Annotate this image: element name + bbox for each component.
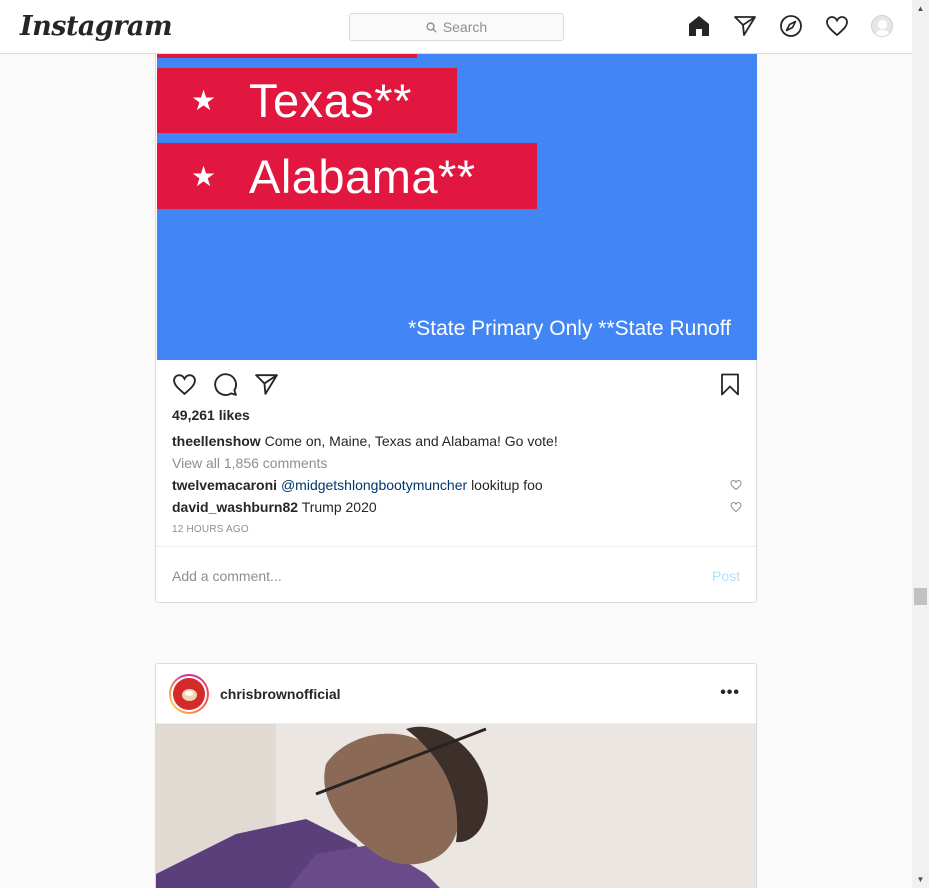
- post-username[interactable]: chrisbrownofficial: [220, 686, 341, 702]
- comment-username[interactable]: twelvemacaroni: [172, 477, 277, 493]
- caption-username[interactable]: theellenshow: [172, 433, 261, 449]
- add-comment-bar: Add a comment... Post: [156, 546, 756, 603]
- comment-text: lookitup foo: [471, 477, 543, 493]
- search-input[interactable]: Search: [349, 13, 564, 41]
- top-nav: Instagram Search: [0, 0, 912, 54]
- story-avatar[interactable]: [169, 674, 209, 714]
- comment-like-icon[interactable]: [730, 479, 742, 491]
- comment-text: Trump 2020: [301, 499, 377, 515]
- caption-text: Come on, Maine, Texas and Alabama! Go vo…: [264, 433, 558, 449]
- direct-icon[interactable]: [733, 14, 757, 38]
- scrollbar-thumb[interactable]: [914, 588, 927, 605]
- instagram-logo[interactable]: Instagram: [20, 11, 173, 42]
- scroll-down-arrow-icon[interactable]: ▼: [912, 871, 929, 888]
- explore-icon[interactable]: [779, 14, 803, 38]
- bookmark-icon[interactable]: [718, 372, 742, 397]
- state-label: Alabama**: [249, 149, 476, 203]
- star-icon: ★: [191, 160, 217, 192]
- comment-like-icon[interactable]: [730, 501, 742, 513]
- image-footnote: *State Primary Only **State Runoff: [408, 317, 731, 340]
- page-scrollbar[interactable]: ▲ ▼: [912, 0, 929, 888]
- post-image[interactable]: [156, 724, 756, 888]
- like-heart-icon[interactable]: [172, 372, 197, 397]
- flag-stripe-texas: ★ Texas**: [157, 68, 457, 133]
- search-placeholder: Search: [442, 19, 488, 35]
- scroll-up-arrow-icon[interactable]: ▲: [912, 0, 929, 17]
- likes-count[interactable]: 49,261 likes: [172, 407, 250, 423]
- comment-row: twelvemacaroni @midgetshlongbootymuncher…: [172, 477, 742, 493]
- comment-username[interactable]: david_washburn82: [172, 499, 298, 515]
- post-timestamp[interactable]: 12 HOURS AGO: [172, 524, 249, 535]
- avatar-image: [173, 678, 205, 710]
- flag-stripe-alabama: ★ Alabama**: [157, 143, 537, 209]
- comment-icon[interactable]: [213, 372, 238, 397]
- post-header: chrisbrownofficial •••: [156, 664, 756, 724]
- photo-illustration: [156, 724, 756, 888]
- feed-post: ★ Texas** ★ Alabama** *State Primary Onl…: [155, 54, 757, 603]
- post-caption: theellenshow Come on, Maine, Texas and A…: [172, 433, 558, 449]
- comment-row: david_washburn82 Trump 2020: [172, 499, 742, 515]
- activity-heart-icon[interactable]: [825, 14, 849, 38]
- search-icon: [426, 21, 437, 33]
- more-options-icon[interactable]: •••: [720, 684, 740, 702]
- flag-stripe: [157, 54, 417, 58]
- home-icon[interactable]: [687, 14, 711, 38]
- post-image[interactable]: ★ Texas** ★ Alabama** *State Primary Onl…: [157, 54, 757, 360]
- feed-post: chrisbrownofficial •••: [155, 663, 757, 888]
- add-comment-input[interactable]: Add a comment...: [172, 568, 282, 584]
- profile-avatar[interactable]: [871, 15, 893, 37]
- star-icon: ★: [191, 85, 217, 116]
- state-label: Texas**: [249, 74, 412, 127]
- share-icon[interactable]: [254, 372, 279, 397]
- comment-mention[interactable]: @midgetshlongbootymuncher: [281, 477, 467, 493]
- view-all-comments-link[interactable]: View all 1,856 comments: [172, 455, 327, 471]
- post-comment-button[interactable]: Post: [712, 568, 740, 584]
